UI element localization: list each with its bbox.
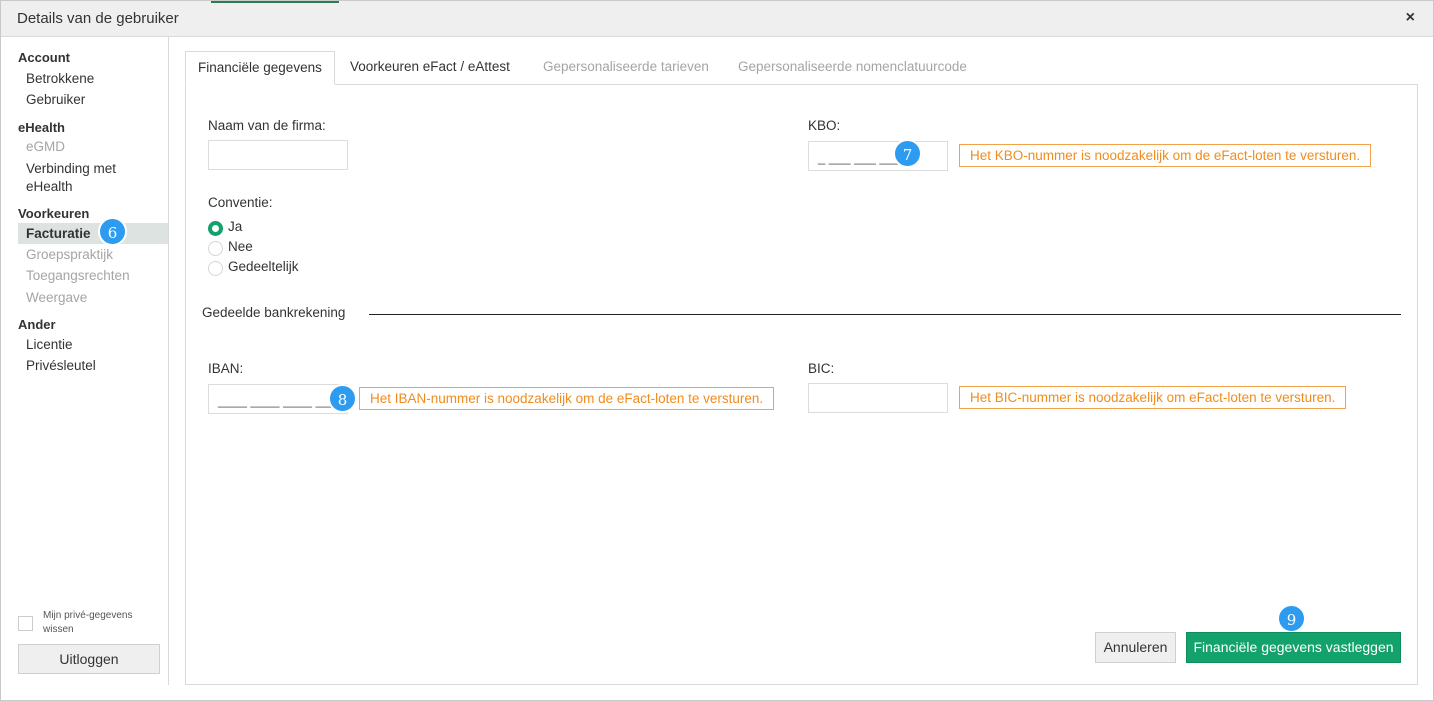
sidebar-item-groepspraktijk: Groepspraktijk <box>26 247 114 262</box>
privacy-wipe-label: Mijn privé-gegevens wissen <box>43 610 133 635</box>
sidebar-section-ander: Ander <box>18 317 56 332</box>
sidebar-section-ehealth: eHealth <box>18 120 65 135</box>
sidebar-item-weergave: Weergave <box>26 290 88 305</box>
sidebar-item-toegangsrechten: Toegangsrechten <box>26 268 130 283</box>
step-badge-8: 8 <box>328 384 357 413</box>
financial-details-panel <box>185 84 1418 685</box>
convention-label: Conventie: <box>208 195 273 210</box>
iban-label: IBAN: <box>208 361 244 376</box>
logout-button[interactable]: Uitloggen <box>18 644 160 674</box>
sidebar-item-licentie[interactable]: Licentie <box>18 336 168 354</box>
save-financial-details-button[interactable]: Financiële gegevens vastleggen <box>1186 632 1401 663</box>
step-badge-6: 6 <box>98 217 127 246</box>
sidebar-item-facturatie[interactable]: Facturatie <box>18 223 168 244</box>
kbo-warning: Het KBO-nummer is noodzakelijk om de eFa… <box>959 144 1372 167</box>
kbo-input[interactable]: _ ___ ___ ___ <box>808 141 948 171</box>
sidebar-item-privesleutel[interactable]: Privésleutel <box>18 357 168 375</box>
bic-label: BIC: <box>808 361 835 376</box>
convention-option-ja-label: Ja <box>228 219 243 234</box>
privacy-wipe-checkbox[interactable] <box>18 616 33 631</box>
iban-warning: Het IBAN-nummer is noodzakelijk om de eF… <box>359 387 775 410</box>
sidebar-item-egmd: eGMD <box>26 139 66 154</box>
firm-name-label: Naam van de firma: <box>208 118 326 133</box>
radio-unchecked-icon <box>208 241 223 256</box>
user-details-dialog: Details van de gebruiker × Account Betro… <box>0 0 1434 701</box>
sidebar-item-gebruiker[interactable]: Gebruiker <box>18 91 168 109</box>
tab-gepersonaliseerde-nomenclatuurcode: Gepersonaliseerde nomenclatuurcode <box>738 59 967 74</box>
sidebar-item-betrokkene[interactable]: Betrokkene <box>18 70 168 88</box>
title-bar: Details van de gebruiker × <box>1 1 1433 37</box>
bic-warning: Het BIC-nummer is noodzakelijk om eFact-… <box>959 386 1347 409</box>
firm-name-input[interactable] <box>208 140 348 170</box>
tab-gepersonaliseerde-tarieven: Gepersonaliseerde tarieven <box>543 59 709 74</box>
cancel-button[interactable]: Annuleren <box>1095 632 1176 663</box>
sidebar: Account Betrokkene Gebruiker eHealth eGM… <box>1 37 169 685</box>
convention-option-nee-label: Nee <box>228 239 253 254</box>
sidebar-item-verbinding-ehealth[interactable]: Verbinding met eHealth <box>18 160 148 196</box>
shared-account-heading: Gedeelde bankrekening <box>202 305 346 320</box>
radio-unchecked-icon <box>208 261 223 276</box>
step-badge-7: 7 <box>893 139 922 168</box>
close-icon[interactable]: × <box>1406 9 1415 27</box>
bic-input[interactable] <box>808 383 948 413</box>
convention-option-gedeeltelijk-label: Gedeeltelijk <box>228 259 299 274</box>
dialog-title: Details van de gebruiker <box>17 10 179 27</box>
step-badge-9: 9 <box>1277 604 1306 633</box>
sidebar-section-account: Account <box>18 50 70 65</box>
kbo-label: KBO: <box>808 118 841 133</box>
radio-checked-icon <box>208 221 223 236</box>
tab-voorkeuren-efact[interactable]: Voorkeuren eFact / eAttest <box>338 51 522 85</box>
sidebar-section-voorkeuren: Voorkeuren <box>18 206 90 221</box>
iban-input[interactable]: ____ ____ ____ ____ <box>208 384 348 414</box>
title-accent-line <box>211 1 339 3</box>
tab-financiele-gegevens[interactable]: Financiële gegevens <box>185 51 335 85</box>
section-divider <box>369 314 1401 315</box>
